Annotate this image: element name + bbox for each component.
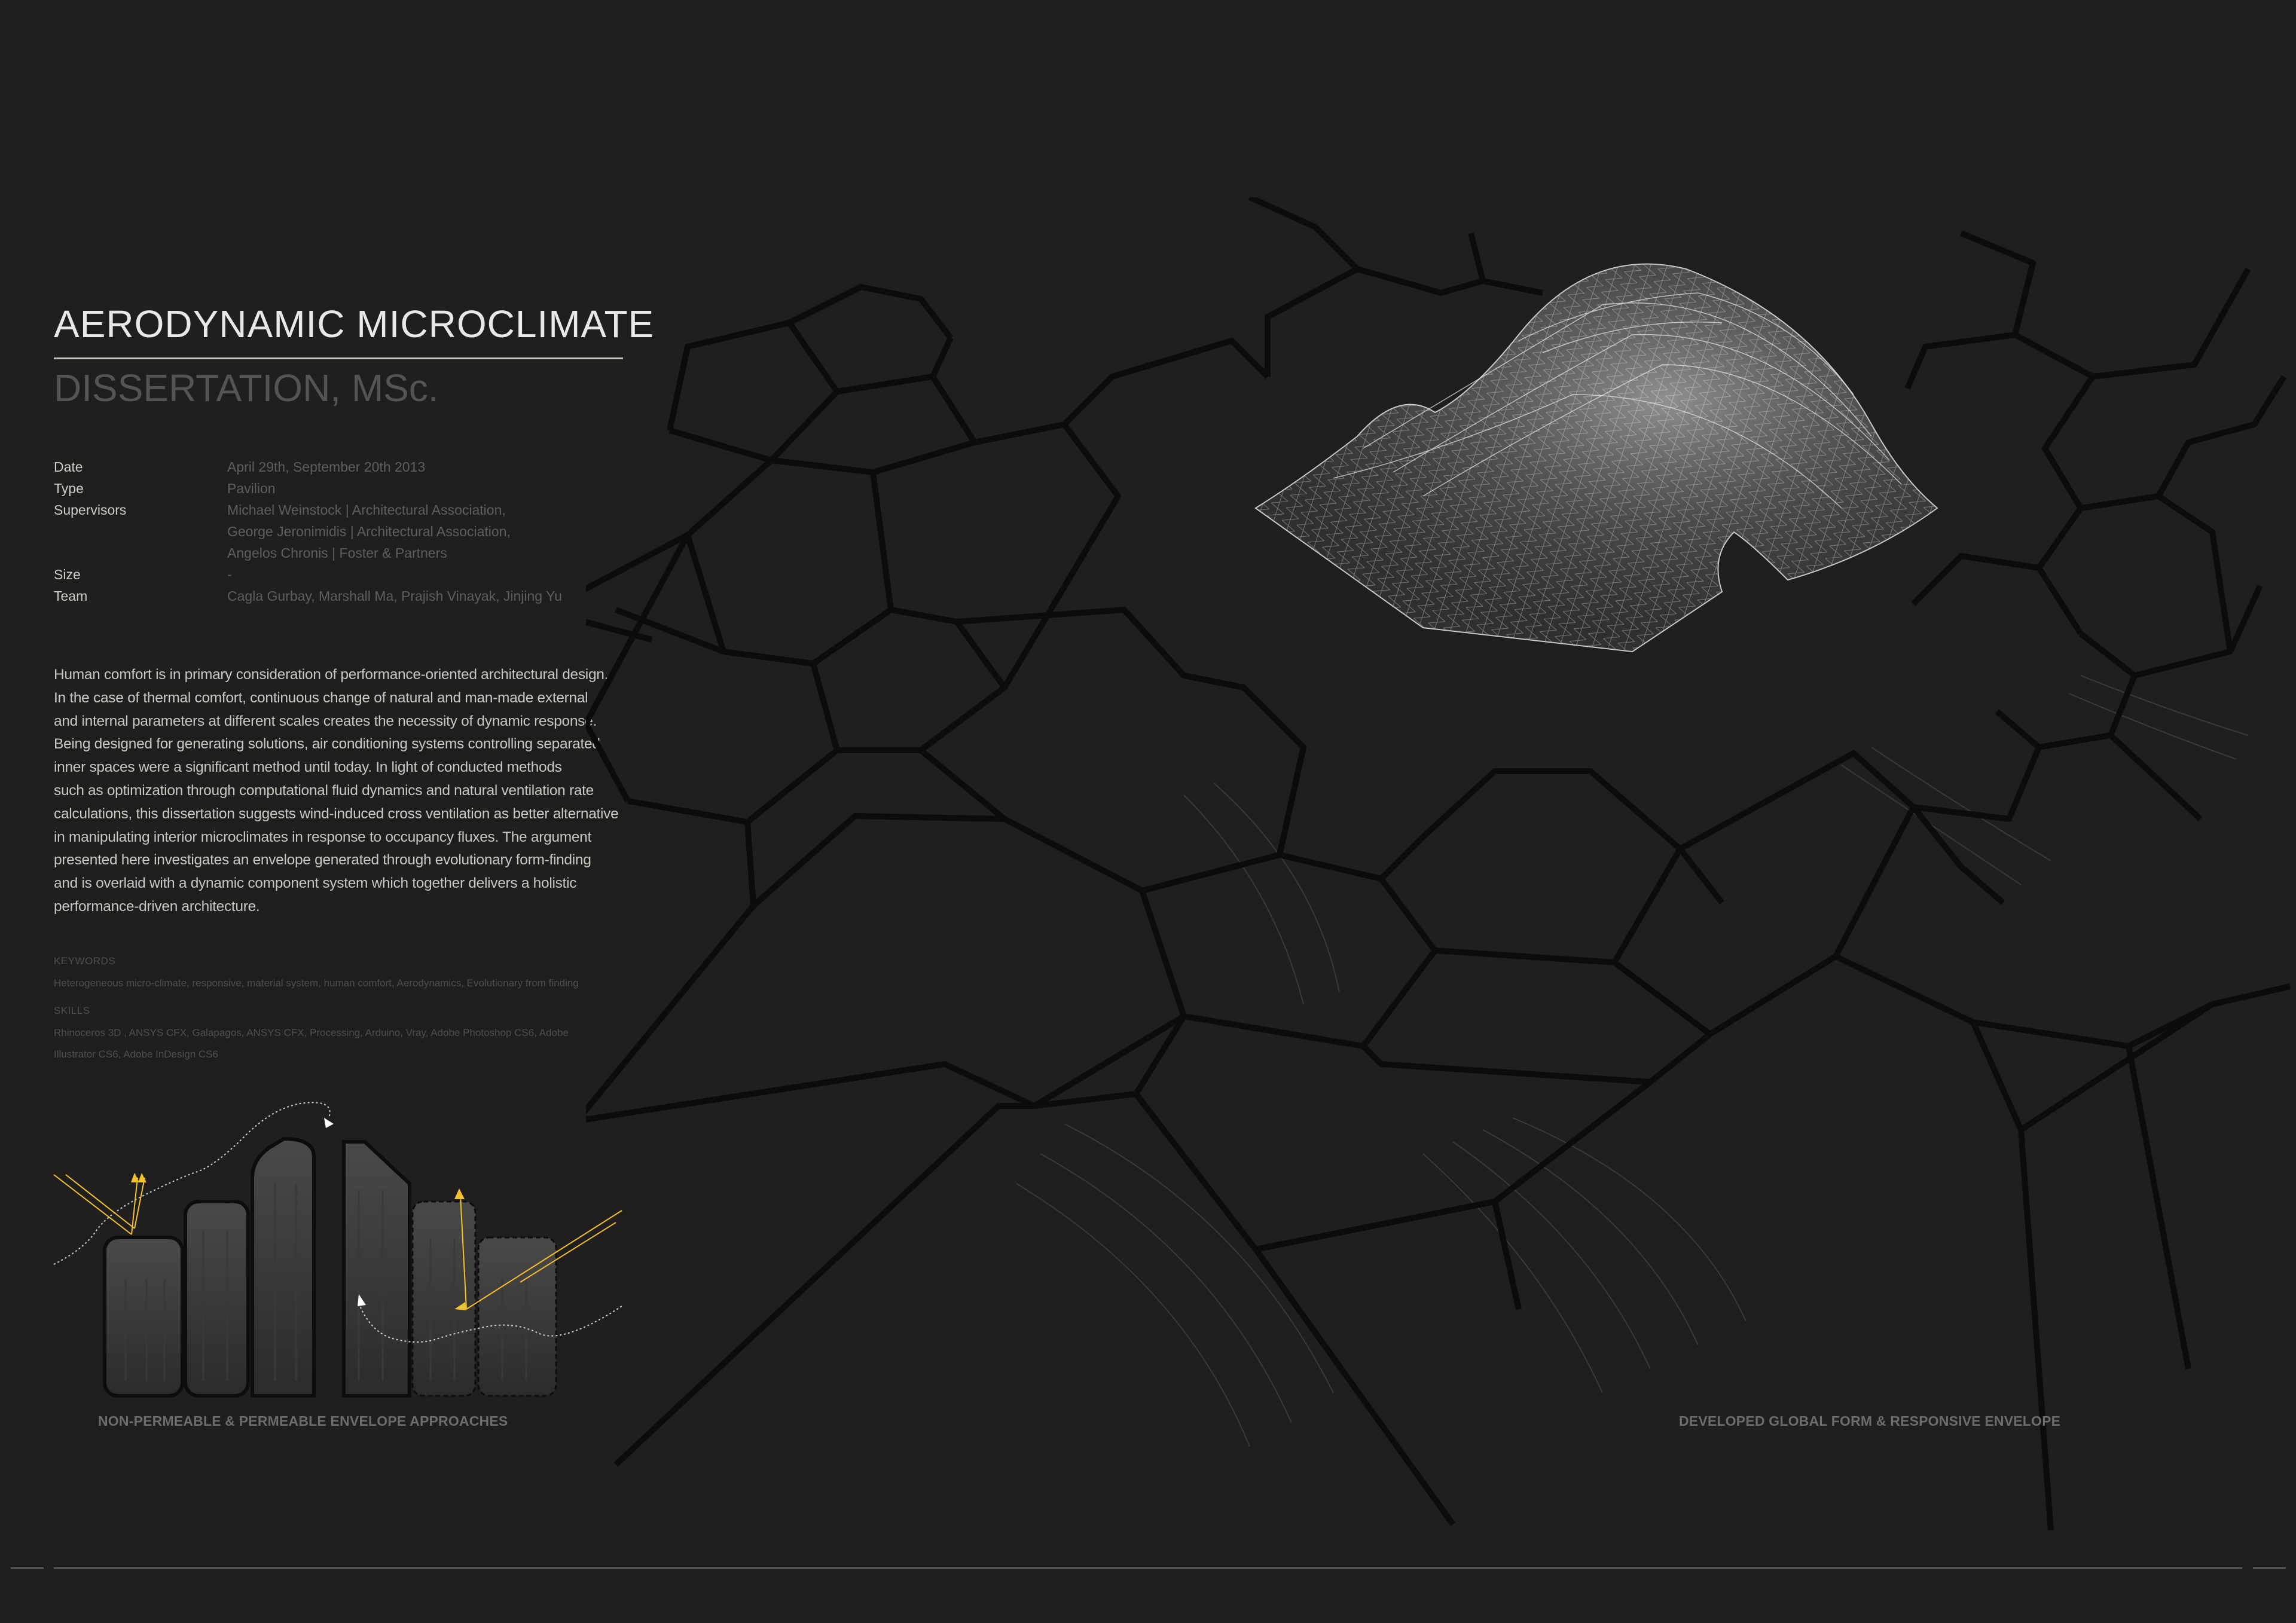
abstract-line: in manipulating interior microclimates i… — [54, 829, 591, 845]
project-subtitle: DISSERTATION, MSc. — [54, 366, 439, 409]
info-value: Cagla Gurbay, Marshall Ma, Prajish Vinay… — [227, 588, 562, 604]
info-value: Angelos Chronis | Foster & Partners — [227, 545, 447, 561]
abstract-line: and is overlaid with a dynamic component… — [54, 875, 577, 892]
info-value: George Jeronimidis | Architectural Assoc… — [227, 524, 511, 539]
keywords-label: KEYWORDS — [54, 955, 116, 967]
info-label: Team — [54, 588, 88, 604]
info-label: Type — [54, 481, 84, 496]
footer-divider-right — [2253, 1567, 2286, 1569]
diagram-caption: NON-PERMEABLE & PERMEABLE ENVELOPE APPRO… — [98, 1413, 508, 1429]
skills-text-line1: Rhinoceros 3D , ANSYS CFX, Galapagos, AN… — [54, 1027, 569, 1038]
project-title: AERODYNAMIC MICROCLIMATE — [54, 302, 655, 346]
global-form-render — [586, 197, 2291, 1531]
envelope-approaches-diagram — [53, 1102, 622, 1398]
skills-label: SKILLS — [54, 1005, 90, 1016]
abstract-line: presented here investigates an envelope … — [54, 852, 591, 869]
abstract-line: such as optimization through computation… — [54, 782, 594, 799]
title-divider — [54, 357, 623, 359]
abstract-line: Human comfort is in primary consideratio… — [54, 667, 609, 683]
abstract-line: and internal parameters at different sca… — [54, 713, 597, 729]
info-label: Supervisors — [54, 502, 127, 518]
voronoi-cell-network — [586, 197, 2291, 1531]
footer-divider-left — [11, 1567, 44, 1569]
abstract-line: Being designed for generating solutions,… — [54, 736, 600, 753]
abstract-line: In the case of thermal comfort, continuo… — [54, 689, 588, 706]
footer-divider — [54, 1567, 2242, 1569]
building-sections — [103, 1136, 557, 1398]
hero-caption: DEVELOPED GLOBAL FORM & RESPONSIVE ENVEL… — [1679, 1413, 2061, 1429]
info-label: Date — [54, 459, 83, 475]
info-value: Pavilion — [227, 481, 276, 496]
info-value: Michael Weinstock | Architectural Associ… — [227, 502, 506, 518]
abstract-line: calculations, this dissertation suggests… — [54, 805, 619, 822]
skills-text-line2: Illustrator CS6, Adobe InDesign CS6 — [54, 1049, 218, 1060]
abstract-line: performance-driven architecture. — [54, 898, 260, 915]
info-label: Size — [54, 567, 81, 582]
keywords-text: Heterogeneous micro-climate, responsive,… — [54, 977, 579, 989]
info-value: April 29th, September 20th 2013 — [227, 459, 426, 475]
abstract-line: inner spaces were a significant method u… — [54, 759, 562, 776]
canopy-shell — [1254, 263, 1938, 653]
info-value: - — [227, 567, 232, 582]
terrain-contours — [1016, 675, 2249, 1447]
abstract-paragraph: Human comfort is in primary consideratio… — [54, 664, 628, 919]
